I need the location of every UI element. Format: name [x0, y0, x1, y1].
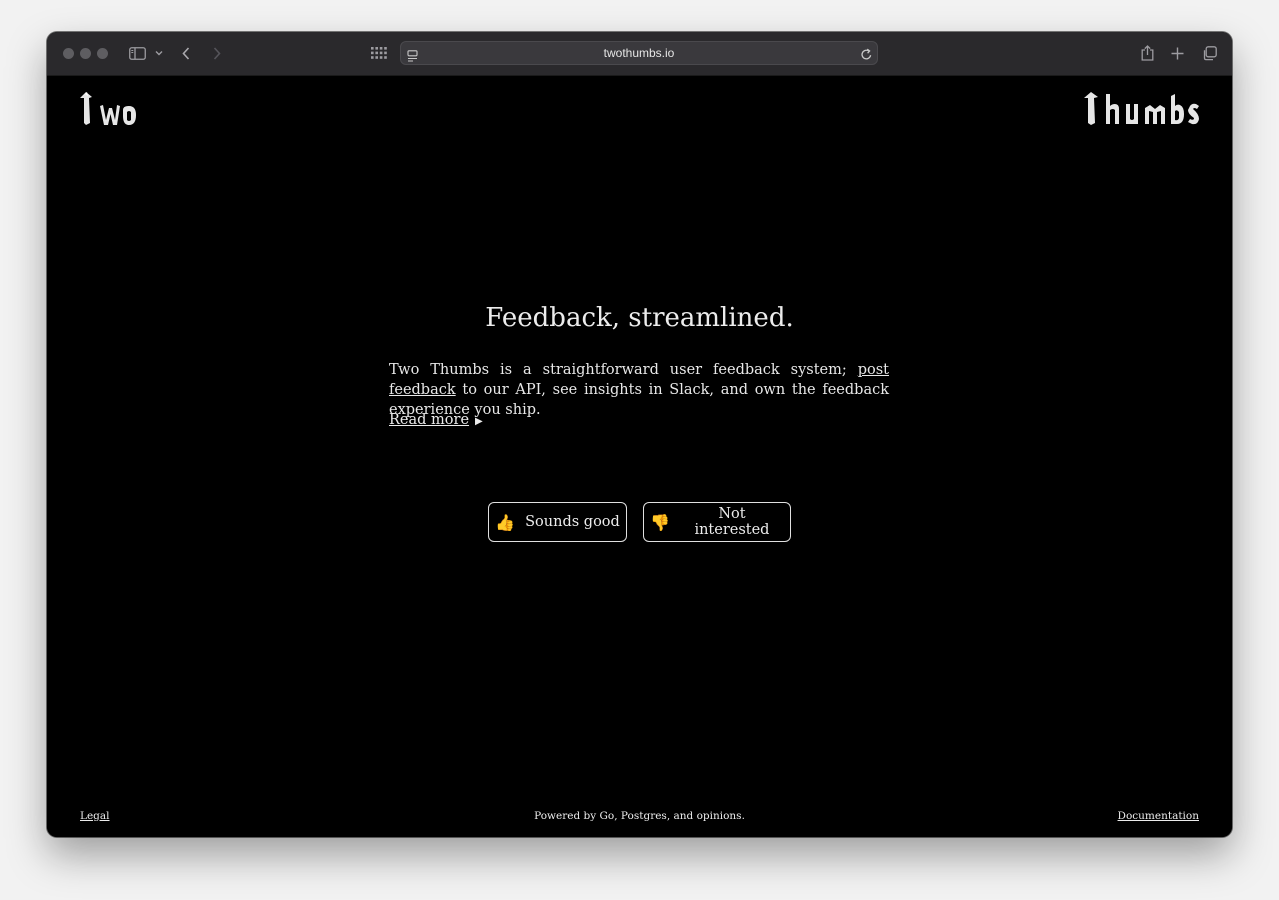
- minimize-window-button[interactable]: [80, 48, 91, 59]
- read-more-link[interactable]: Read more: [389, 412, 469, 428]
- not-interested-label: Not interested: [694, 506, 770, 538]
- web-page: Feedback, streamlined. Two Thumbs is a s…: [47, 76, 1232, 837]
- reload-icon[interactable]: [860, 46, 873, 65]
- intro-text-start: Two Thumbs is a straightforward user fee…: [389, 362, 858, 378]
- share-icon[interactable]: [1139, 43, 1155, 63]
- chevron-down-icon[interactable]: [153, 43, 165, 63]
- new-tab-icon[interactable]: [1169, 43, 1185, 63]
- powered-by-text: Powered by Go, Postgres, and opinions.: [534, 810, 745, 822]
- zoom-window-button[interactable]: [97, 48, 108, 59]
- sounds-good-button[interactable]: 👍 Sounds good: [488, 502, 627, 542]
- close-window-button[interactable]: [63, 48, 74, 59]
- browser-toolbar: twothumbs.io: [47, 32, 1232, 76]
- read-more-disclosure[interactable]: Read more ▶: [389, 412, 483, 428]
- thumbs-down-icon: 👎: [650, 512, 670, 532]
- address-url[interactable]: twothumbs.io: [401, 46, 877, 60]
- disclosure-triangle-icon: ▶: [475, 416, 483, 427]
- thumbs-up-icon: 👍: [495, 512, 516, 532]
- back-icon[interactable]: [179, 43, 193, 63]
- forward-icon[interactable]: [210, 43, 224, 63]
- sidebar-toggle-icon[interactable]: [127, 43, 147, 63]
- documentation-link[interactable]: Documentation: [1118, 810, 1199, 822]
- address-bar[interactable]: twothumbs.io: [400, 41, 878, 65]
- sounds-good-label: Sounds good: [525, 514, 620, 530]
- thumbs-logo[interactable]: [1084, 92, 1200, 130]
- tab-overview-icon[interactable]: [1200, 43, 1218, 63]
- two-logo[interactable]: [80, 92, 138, 130]
- not-interested-button[interactable]: 👎 Not interested: [643, 502, 791, 542]
- window-controls: [63, 48, 108, 59]
- hero-title: Feedback, streamlined.: [485, 303, 794, 334]
- intro-paragraph: Two Thumbs is a straightforward user fee…: [389, 360, 889, 420]
- browser-window: twothumbs.io Feedback, streamlined. Two …: [47, 32, 1232, 837]
- tab-overview-grid-icon[interactable]: [370, 43, 388, 63]
